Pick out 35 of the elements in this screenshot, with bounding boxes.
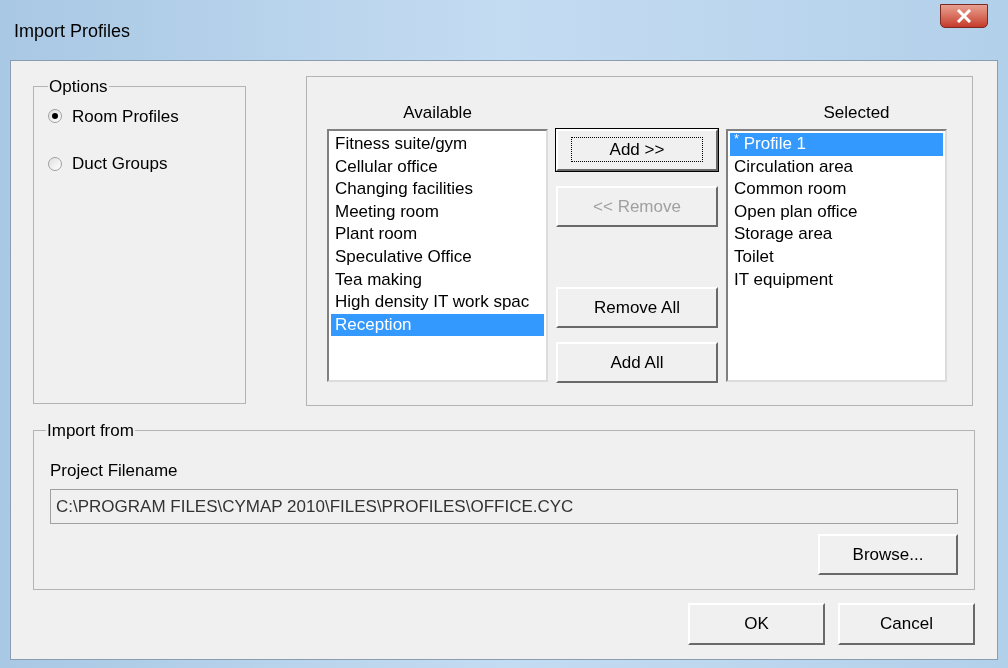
- group-label: Import from: [46, 420, 135, 442]
- radio-button[interactable]: [48, 109, 62, 124]
- radio-option[interactable]: Room Profiles: [48, 103, 231, 129]
- close-button[interactable]: [940, 4, 988, 28]
- list-heading: Available: [403, 102, 472, 124]
- window-title: Import Profiles: [14, 20, 131, 43]
- list-item[interactable]: Open plan office: [730, 200, 943, 224]
- list-item[interactable]: Storage area: [730, 223, 943, 246]
- browse-button[interactable]: Browse...: [818, 534, 958, 575]
- list-box[interactable]: Fitness suite/gym Cellular office Changing facilities Meeting room Plant room Speculative Office Tea making High density IT work spac Reception: [327, 129, 548, 382]
- list-box[interactable]: $^{*}$ Profile 1 Circulation area Common room Open plan office Storage area Toilet IT equipment: [726, 129, 947, 382]
- list-item[interactable]: Circulation area: [730, 155, 943, 179]
- dialog-button[interactable]: Cancel: [838, 603, 975, 645]
- action-button[interactable]: Remove All: [556, 287, 718, 328]
- filename-field[interactable]: C:\PROGRAM FILES\CYMAP 2010\FILES\PROFILES\OFFICE.CYC: [50, 489, 958, 524]
- list-item[interactable]: Changing facilities: [331, 178, 544, 201]
- dialog-button[interactable]: OK: [688, 603, 825, 645]
- list-item[interactable]: Common room: [730, 178, 943, 201]
- list-item[interactable]: Cellular office: [331, 155, 544, 179]
- action-button[interactable]: Add >>: [556, 129, 718, 171]
- list-item[interactable]: Speculative Office: [331, 245, 544, 269]
- field-label: Project Filename: [50, 459, 179, 482]
- list-item[interactable]: Plant room: [331, 223, 544, 246]
- list-item[interactable]: Fitness suite/gym: [331, 133, 544, 156]
- radio-option[interactable]: Duct Groups: [48, 151, 231, 177]
- list-item[interactable]: High density IT work spac: [331, 291, 544, 314]
- group-label: Options: [48, 76, 109, 98]
- action-button[interactable]: Add All: [556, 342, 718, 383]
- list-item[interactable]: Toilet: [730, 245, 943, 269]
- list-item[interactable]: IT equipment: [730, 268, 943, 292]
- list-item[interactable]: Meeting room: [331, 200, 544, 224]
- list-item[interactable]: Tea making: [331, 268, 544, 292]
- list-heading: Selected: [823, 102, 890, 124]
- radio-button[interactable]: [48, 156, 62, 171]
- close-icon: [956, 9, 972, 23]
